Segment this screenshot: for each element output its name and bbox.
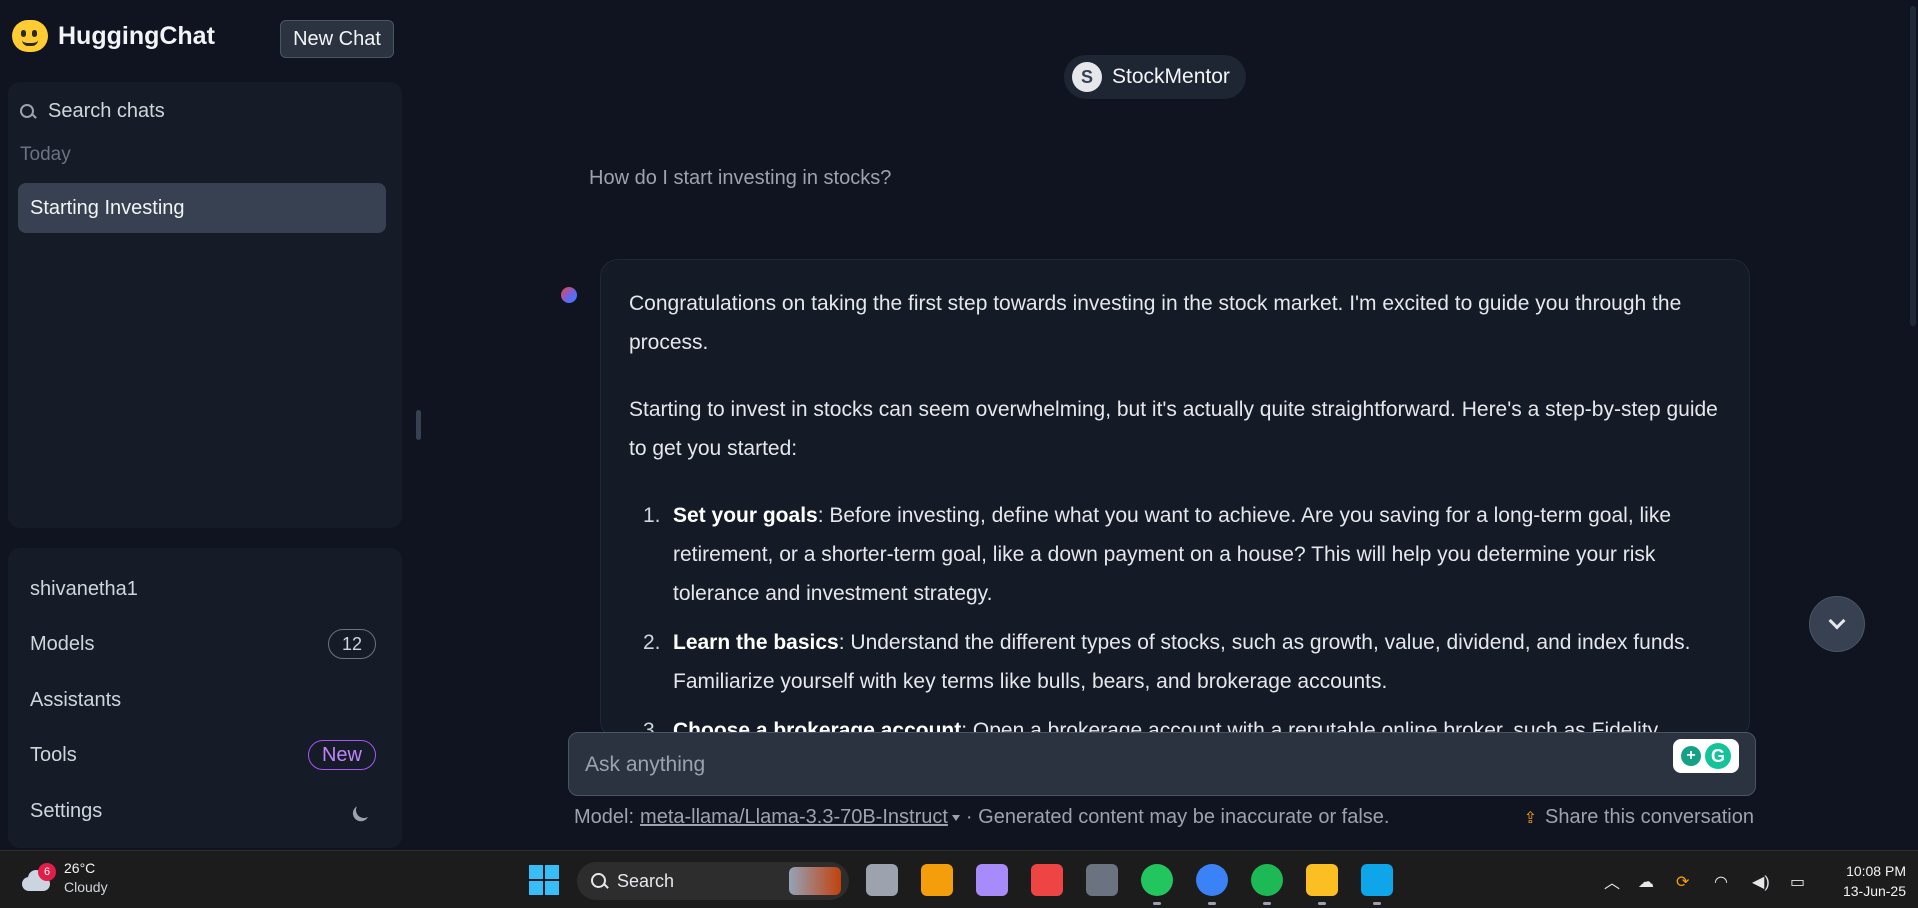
weather-text: 26°C Cloudy [64, 859, 108, 897]
assistant-name: StockMentor [1112, 65, 1230, 88]
chrome-icon[interactable] [1141, 864, 1173, 905]
onedrive-cloud-icon[interactable]: ☁ [1638, 872, 1658, 891]
search-highlight-image [789, 867, 841, 895]
settings-link[interactable]: Settings [30, 800, 102, 823]
file-explorer-icon[interactable] [1306, 864, 1338, 905]
windows-start-icon[interactable] [529, 865, 559, 895]
search-chats-label: Search chats [48, 100, 165, 122]
assistant-avatar: S [1072, 62, 1102, 92]
search-icon [20, 103, 36, 120]
answer-paragraph-2: Starting to invest in stocks can seem ov… [629, 398, 1718, 460]
chat-input-box[interactable]: + G [568, 732, 1756, 796]
caret-down-icon[interactable] [951, 814, 960, 821]
taskbar-search[interactable]: Search [577, 862, 849, 900]
new-chat-button[interactable]: New Chat [280, 20, 394, 58]
chat-input[interactable] [585, 747, 1585, 783]
system-tray: ︿ ☁ ⟳ ◠ ◀) ▭ [1604, 869, 1810, 893]
task-view-icon[interactable] [866, 864, 898, 896]
assistant-avatar-dot-icon [561, 287, 577, 303]
calculator-icon[interactable] [1086, 864, 1118, 896]
page-scrollbar[interactable] [1908, 0, 1918, 850]
volume-icon[interactable]: ◀) [1752, 872, 1772, 891]
answer-paragraph-1: Congratulations on taking the first step… [629, 292, 1682, 354]
answer-text: Congratulations on taking the first step… [629, 284, 1729, 738]
clock-date: 13-Jun-25 [1842, 883, 1906, 899]
user-message: How do I start investing in stocks? [589, 167, 892, 189]
brand-name: HuggingChat [58, 21, 215, 50]
list-item-number: 1. [643, 504, 661, 527]
search-chats[interactable]: Search chats [20, 100, 165, 123]
grammarly-logo-icon: G [1705, 743, 1731, 769]
sync-icon[interactable]: ⟳ [1676, 872, 1696, 891]
tools-new-badge: New [308, 740, 376, 770]
section-today-label: Today [20, 144, 71, 165]
disclaimer-text: · Generated content may be inaccurate or… [965, 806, 1390, 828]
user-profile-link[interactable]: shivanetha1 [30, 578, 138, 601]
huggingface-logo-icon [12, 20, 48, 52]
list-item-number: 2. [643, 631, 661, 654]
taskbar-search-label: Search [617, 870, 675, 891]
grammarly-plus-icon: + [1681, 746, 1701, 766]
weather-icon-wrap: 6 [20, 863, 56, 893]
scroll-to-bottom-button[interactable] [1809, 596, 1865, 652]
list-item-title: Learn the basics [673, 631, 839, 654]
input-footer: Model: meta-llama/Llama-3.3-70B-Instruct… [574, 806, 1754, 829]
search-icon [591, 873, 607, 889]
microsoft-store-icon[interactable] [921, 864, 953, 896]
battery-icon[interactable]: ▭ [1790, 872, 1810, 891]
model-selector-link[interactable]: meta-llama/Llama-3.3-70B-Instruct [640, 806, 948, 829]
tools-link[interactable]: Tools [30, 744, 77, 767]
chevron-up-icon[interactable]: ︿ [1604, 869, 1620, 893]
model-prefix: Model: [574, 806, 635, 828]
chat-item-starting-investing[interactable]: Starting Investing [18, 183, 386, 233]
weather-notification-badge: 6 [38, 863, 56, 881]
weather-widget[interactable]: 6 26°C Cloudy [20, 859, 108, 897]
assistants-link[interactable]: Assistants [30, 689, 121, 712]
list-item-text: : Before investing, define what you want… [673, 504, 1672, 605]
clock[interactable]: 10:08 PM 13-Jun-25 [1826, 861, 1906, 901]
assistant-answer-card: Congratulations on taking the first step… [600, 259, 1750, 739]
answer-steps-list: 1. Set your goals: Before investing, defi… [629, 496, 1729, 738]
spotify-icon[interactable] [1251, 864, 1283, 905]
scrollbar-thumb[interactable] [1910, 6, 1916, 326]
share-conversation-button[interactable]: ⇪ Share this conversation [1524, 806, 1754, 829]
snipping-tool-icon[interactable] [1031, 864, 1063, 896]
brand[interactable]: HuggingChat [12, 20, 215, 52]
sidebar: HuggingChat New Chat Search chats Today … [0, 0, 410, 850]
weather-temp: 26°C [64, 860, 96, 876]
sidebar-resize-handle[interactable] [416, 410, 421, 440]
list-item: 2. Learn the basics: Understand the diffe… [629, 623, 1729, 701]
list-item: 1. Set your goals: Before investing, defi… [629, 496, 1729, 613]
wifi-icon[interactable]: ◠ [1714, 872, 1734, 891]
grammarly-widget[interactable]: + G [1673, 739, 1739, 773]
chrome-profile-icon[interactable] [1196, 864, 1228, 905]
models-link[interactable]: Models [30, 633, 94, 656]
windows-taskbar: 6 26°C Cloudy Search ︿ ☁ ⟳ ◠ ◀) ▭ 10:08 … [0, 850, 1918, 908]
models-count-badge: 12 [328, 629, 376, 659]
clock-time: 10:08 PM [1846, 863, 1906, 879]
vscode-icon[interactable] [1361, 864, 1393, 905]
weather-desc: Cloudy [64, 879, 108, 895]
share-icon: ⇪ [1523, 809, 1537, 827]
list-item-title: Set your goals [673, 504, 818, 527]
chevron-down-icon [1828, 612, 1846, 630]
assistant-pill[interactable]: S StockMentor [1064, 55, 1246, 99]
copilot-icon[interactable] [976, 864, 1008, 896]
share-label: Share this conversation [1544, 806, 1754, 828]
